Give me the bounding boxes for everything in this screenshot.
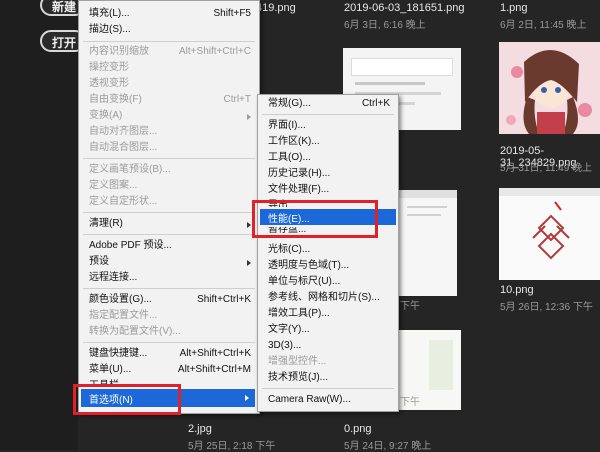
menu-separator	[83, 288, 255, 289]
menu-separator	[83, 41, 255, 42]
menu-item-presets[interactable]: 预设	[89, 255, 251, 269]
new-button-label: 新建	[52, 0, 77, 14]
menu-item-keyboard-shortcuts[interactable]: 键盘快捷键... Alt+Shift+Ctrl+K	[89, 347, 251, 361]
menu-item-transform[interactable]: 变换(A)	[89, 109, 251, 123]
annotation-box-performance	[252, 200, 378, 238]
pref-item-cursors[interactable]: 光标(C)...	[268, 243, 390, 257]
thumb-title[interactable]: 2019-06-03_181651.png	[344, 2, 465, 14]
thumb-date: 5月 26日, 12:36 下午	[500, 302, 593, 313]
open-button-label: 打开	[52, 36, 77, 50]
pref-item-guides-grid[interactable]: 参考线、网格和切片(S)...	[268, 291, 390, 305]
thumb-image-document[interactable]	[399, 190, 457, 296]
pref-item-workspace[interactable]: 工作区(K)...	[268, 135, 390, 149]
thumb-image-diagram[interactable]	[499, 188, 600, 280]
thumb-title[interactable]: 0.png	[344, 423, 372, 435]
menu-item-free-transform[interactable]: 自由变换(F) Ctrl+T	[89, 93, 251, 107]
pref-item-file-handling[interactable]: 文件处理(F)...	[268, 183, 390, 197]
annotation-box-preferences	[73, 384, 181, 415]
menu-item-define-shape[interactable]: 定义自定形状...	[89, 195, 251, 209]
thumb-image-anime[interactable]	[499, 42, 600, 134]
submenu-arrow-icon	[247, 114, 251, 120]
left-panel: 新建 打开	[0, 0, 86, 450]
pref-item-interface[interactable]: 界面(I)...	[268, 119, 390, 133]
thumb-date: 下午	[400, 397, 420, 408]
menu-separator	[83, 234, 255, 235]
submenu-arrow-icon	[247, 222, 251, 228]
thumb-date: 下午	[400, 301, 420, 312]
menu-item-assign-profile[interactable]: 指定配置文件...	[89, 309, 251, 323]
preferences-submenu: 常规(G)... Ctrl+K 界面(I)... 工作区(K)... 工具(O).…	[257, 94, 399, 412]
thumb-date: 6月 3日, 6:16 晚上	[344, 20, 426, 31]
pref-item-transparency[interactable]: 透明度与色域(T)...	[268, 259, 390, 273]
menu-item-menus[interactable]: 菜单(U)... Alt+Shift+Ctrl+M	[89, 363, 251, 377]
menu-item-perspective-warp[interactable]: 透视变形	[89, 77, 251, 91]
thumb-title[interactable]: 419.png	[256, 2, 296, 14]
thumb-title[interactable]: 10.png	[500, 284, 534, 296]
pref-item-3d[interactable]: 3D(3)...	[268, 339, 390, 353]
menu-item-pdf-presets[interactable]: Adobe PDF 预设...	[89, 239, 251, 253]
menu-item-auto-blend-layers[interactable]: 自动混合图层...	[89, 141, 251, 155]
menu-item-puppet-warp[interactable]: 操控变形	[89, 61, 251, 75]
menu-separator	[262, 388, 394, 389]
pref-item-tech-previews[interactable]: 技术预览(J)...	[268, 371, 390, 385]
menu-separator	[83, 212, 255, 213]
menu-item-purge[interactable]: 清理(R)	[89, 217, 251, 231]
pref-item-camera-raw[interactable]: Camera Raw(W)...	[268, 393, 390, 407]
pref-item-history[interactable]: 历史记录(H)...	[268, 167, 390, 181]
pref-item-general[interactable]: 常规(G)... Ctrl+K	[268, 97, 390, 111]
submenu-arrow-icon	[247, 260, 251, 266]
pref-item-units-rulers[interactable]: 单位与标尺(U)...	[268, 275, 390, 289]
menu-item-remote-connections[interactable]: 远程连接...	[89, 271, 251, 285]
menu-item-fill[interactable]: 填充(L)... Shift+F5	[89, 7, 251, 21]
menu-item-define-brush[interactable]: 定义画笔预设(B)...	[89, 163, 251, 177]
thumb-title[interactable]: 2.jpg	[188, 423, 212, 435]
pref-item-type[interactable]: 文字(Y)...	[268, 323, 390, 337]
menu-item-stroke[interactable]: 描边(S)...	[89, 23, 251, 37]
menu-separator	[83, 158, 255, 159]
menu-item-color-settings[interactable]: 颜色设置(G)... Shift+Ctrl+K	[89, 293, 251, 307]
menu-item-convert-profile[interactable]: 转换为配置文件(V)...	[89, 325, 251, 339]
menu-item-define-pattern[interactable]: 定义图案...	[89, 179, 251, 193]
thumb-date: 6月 2日, 11:45 晚上	[500, 20, 587, 31]
menu-item-auto-align-layers[interactable]: 自动对齐图层...	[89, 125, 251, 139]
menu-item-content-aware-scale[interactable]: 内容识别缩放 Alt+Shift+Ctrl+C	[89, 45, 251, 59]
pref-item-plugins[interactable]: 增效工具(P)...	[268, 307, 390, 321]
menu-separator	[83, 342, 255, 343]
submenu-arrow-icon	[245, 395, 249, 401]
edit-menu: 填充(L)... Shift+F5 描边(S)... 内容识别缩放 Alt+Shif…	[78, 0, 260, 414]
thumb-date: 5月 31日, 11:49 晚上	[500, 163, 593, 174]
pref-item-enhanced-controls[interactable]: 增强型控件...	[268, 355, 390, 369]
menu-separator	[262, 114, 394, 115]
thumb-title[interactable]: 1.png	[500, 2, 528, 14]
pref-item-tools[interactable]: 工具(O)...	[268, 151, 390, 165]
